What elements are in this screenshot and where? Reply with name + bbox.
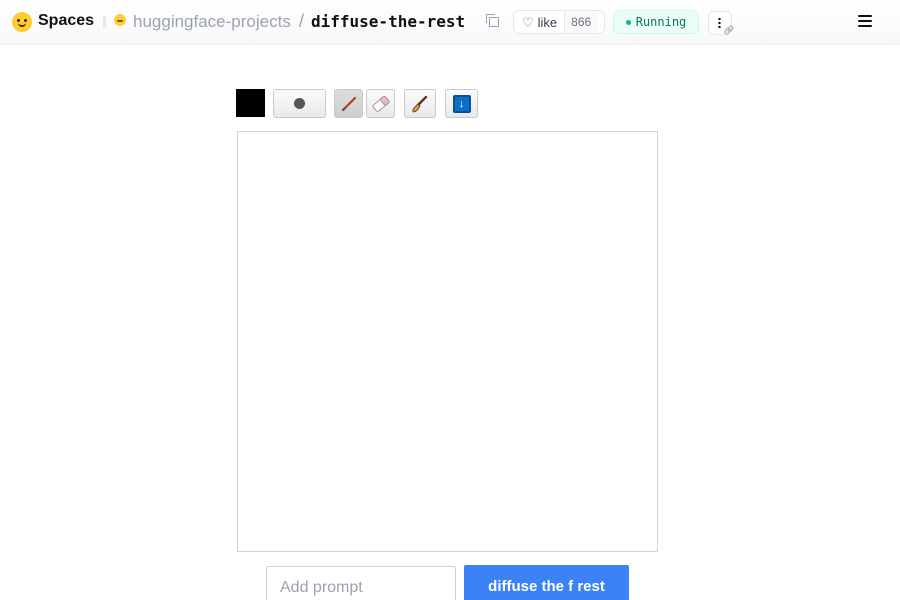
- top-nav-bar: Spaces huggingface-projects / diffuse-th…: [0, 0, 900, 45]
- path-separator: /: [299, 11, 305, 31]
- status-text: Running: [635, 15, 687, 29]
- more-options-button[interactable]: 🔗︎: [708, 11, 735, 35]
- paintbrush-icon: [412, 95, 428, 112]
- status-badge: Running: [613, 10, 699, 34]
- like-label: like: [537, 14, 558, 30]
- pencil-icon: [341, 96, 356, 111]
- repo-name-link[interactable]: diffuse-the-rest: [311, 12, 465, 31]
- save-tool-button[interactable]: ↓: [445, 89, 478, 118]
- drawing-canvas[interactable]: [237, 131, 658, 552]
- diffuse-submit-button[interactable]: diffuse the f rest: [464, 565, 629, 600]
- status-dot-icon: [625, 19, 631, 25]
- copy-icon[interactable]: [486, 14, 499, 27]
- brush-size-button[interactable]: [273, 89, 326, 118]
- like-count[interactable]: 866: [564, 11, 598, 33]
- paintbrush-tool-button[interactable]: [404, 89, 436, 118]
- org-name-link[interactable]: huggingface-projects: [133, 12, 291, 32]
- pencil-tool-button[interactable]: [334, 89, 363, 118]
- divider: [103, 16, 106, 28]
- eraser-tool-button[interactable]: [366, 89, 395, 118]
- hamburger-menu-icon[interactable]: [858, 15, 872, 27]
- color-picker-button[interactable]: [236, 89, 265, 117]
- like-button[interactable]: ♡ like 866: [513, 10, 605, 34]
- heart-icon: ♡: [522, 14, 534, 30]
- prompt-input[interactable]: [266, 566, 456, 600]
- download-icon: ↓: [452, 94, 471, 113]
- link-icon: 🔗︎: [723, 25, 735, 35]
- vertical-dots-icon: [718, 17, 721, 29]
- brush-size-dot-icon: [294, 98, 305, 109]
- huggingface-logo-icon[interactable]: [12, 12, 32, 32]
- org-avatar-icon: [114, 14, 126, 26]
- spaces-link[interactable]: Spaces: [38, 12, 94, 30]
- eraser-icon: [372, 95, 389, 112]
